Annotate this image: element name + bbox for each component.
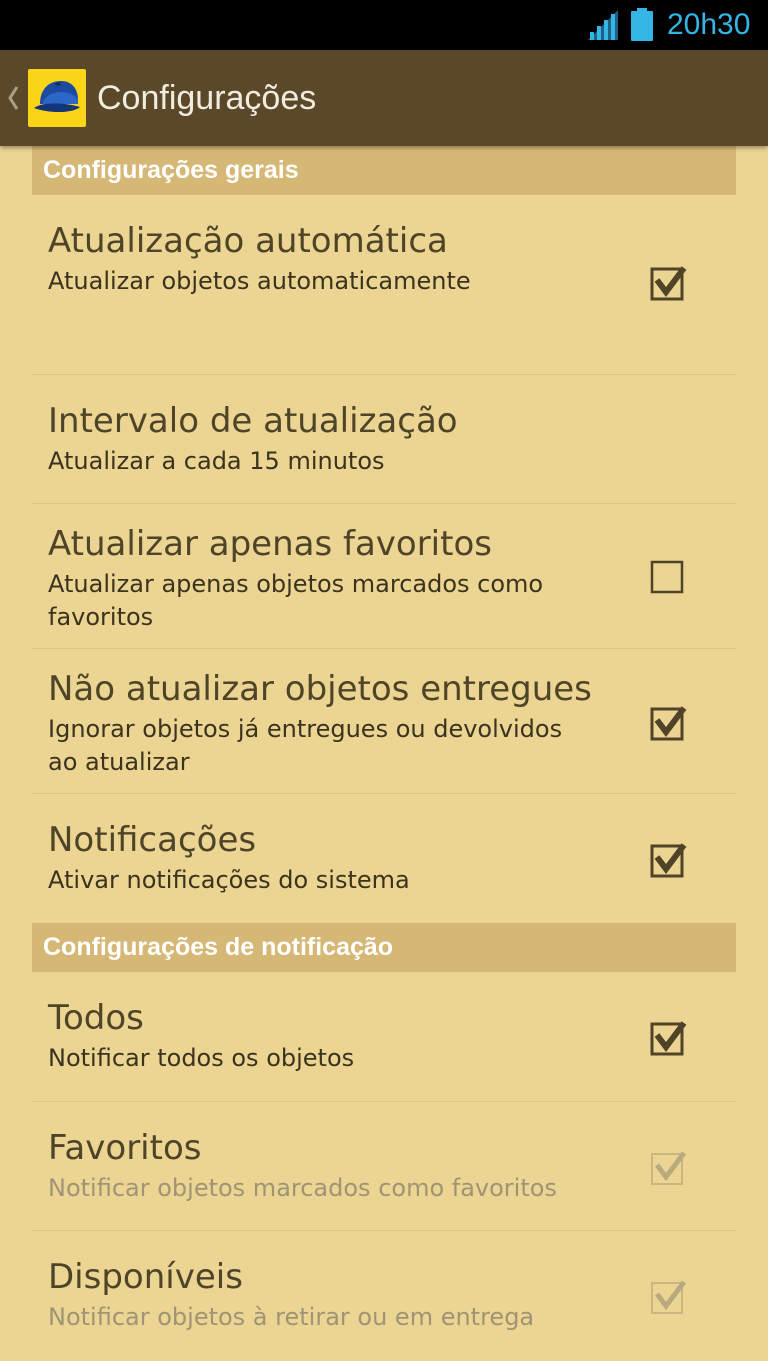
pref-summary: Notificar objetos marcados como favorito… xyxy=(48,1174,557,1202)
pref-title: Disponíveis xyxy=(48,1257,243,1297)
pref-summary: Atualizar a cada 15 minutos xyxy=(48,447,385,475)
checkbox-checked-disabled-icon xyxy=(651,1280,686,1314)
pref-notify-all[interactable]: Todos Notificar todos os objetos xyxy=(32,972,736,1102)
pref-summary: Notificar objetos à retirar ou em entreg… xyxy=(48,1303,535,1331)
pref-summary: Atualizar apenas objetos marcados como f… xyxy=(48,570,544,631)
status-bar: 20h30 xyxy=(0,0,768,50)
pref-summary: Ignorar objetos já entregues ou devolvid… xyxy=(48,715,563,776)
pref-summary: Ativar notificações do sistema xyxy=(48,866,410,894)
pref-skip-delivered[interactable]: Não atualizar objetos entregues Ignorar … xyxy=(32,649,736,794)
pref-title: Atualização automática xyxy=(48,221,448,261)
pref-summary: Atualizar objetos automaticamente xyxy=(48,267,471,295)
pref-summary: Notificar todos os objetos xyxy=(48,1044,355,1072)
checkbox-checked-disabled-icon xyxy=(651,1151,686,1185)
section-header-general: Configurações gerais xyxy=(32,146,736,195)
preferences-list: Configurações gerais Atualização automát… xyxy=(32,146,736,1361)
section-header-notifications: Configurações de notificação xyxy=(32,923,736,972)
pref-auto-update[interactable]: Atualização automática Atualizar objetos… xyxy=(32,221,736,375)
checkbox-unchecked-icon[interactable] xyxy=(648,556,688,596)
signal-icon xyxy=(588,10,618,40)
pref-title: Atualizar apenas favoritos xyxy=(48,524,492,564)
checkbox-checked-icon[interactable] xyxy=(648,1016,688,1056)
pref-title: Todos xyxy=(48,998,144,1038)
checkbox-checked-icon[interactable] xyxy=(648,838,688,878)
battery-icon xyxy=(631,8,653,41)
pref-notify-favorites: Favoritos Notificar objetos marcados com… xyxy=(32,1102,736,1231)
pref-only-favorites[interactable]: Atualizar apenas favoritos Atualizar ape… xyxy=(32,504,736,649)
up-caret-icon[interactable] xyxy=(6,84,20,112)
pref-title: Favoritos xyxy=(48,1128,202,1168)
pref-title: Intervalo de atualização xyxy=(48,401,458,441)
screen-title: Configurações xyxy=(97,79,317,117)
pref-notifications[interactable]: Notificações Ativar notificações do sist… xyxy=(32,794,736,923)
pref-notify-available: Disponíveis Notificar objetos à retirar … xyxy=(32,1231,736,1361)
status-clock: 20h30 xyxy=(667,8,751,41)
pref-title: Notificações xyxy=(48,820,257,860)
action-bar: Configurações xyxy=(0,50,768,146)
checkbox-checked-icon[interactable] xyxy=(648,261,688,301)
checkbox-checked-icon[interactable] xyxy=(648,701,688,741)
pref-title: Não atualizar objetos entregues xyxy=(48,669,592,709)
app-logo-icon[interactable] xyxy=(28,69,86,127)
pref-update-interval[interactable]: Intervalo de atualização Atualizar a cad… xyxy=(32,375,736,504)
